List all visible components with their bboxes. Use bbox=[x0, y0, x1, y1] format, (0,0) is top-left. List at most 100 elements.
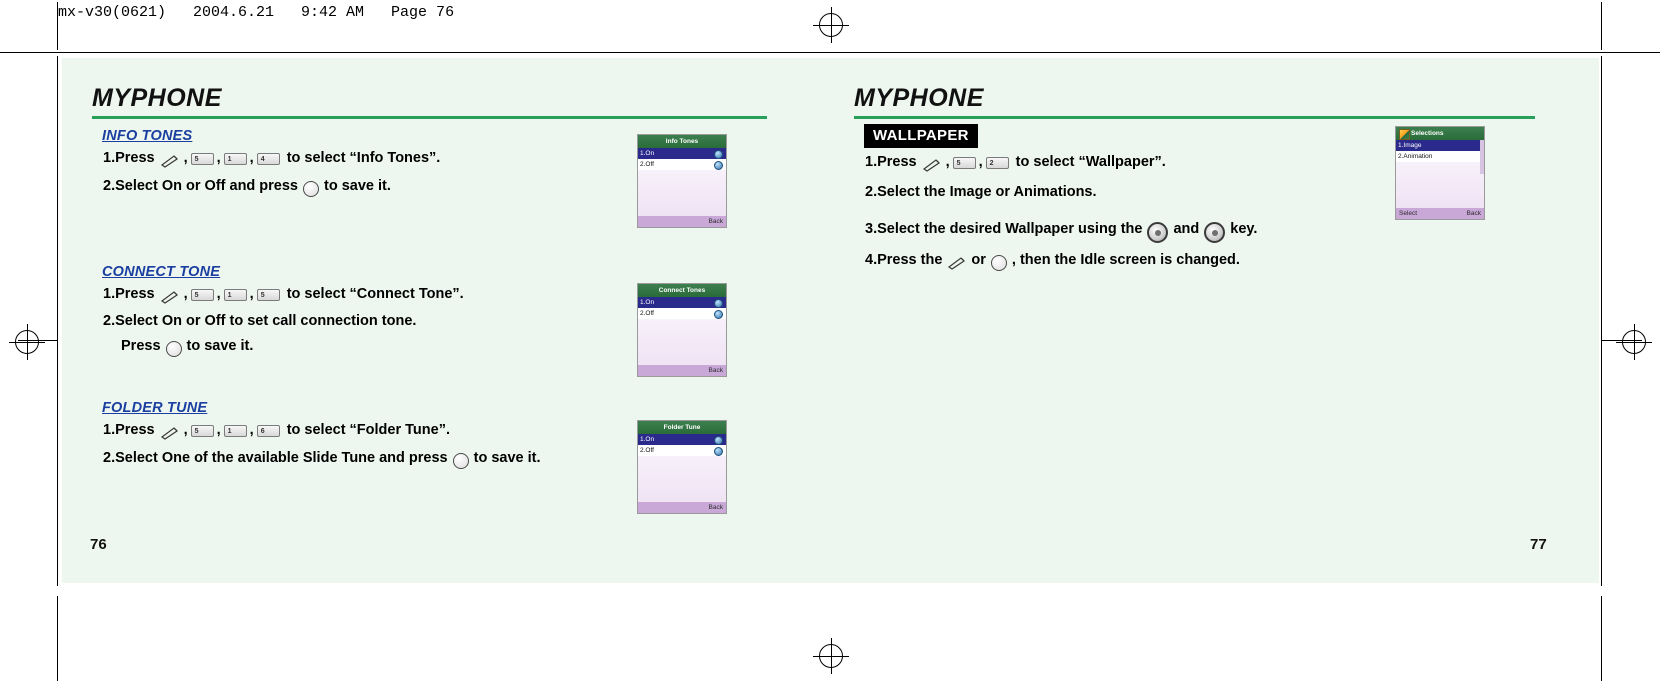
menu-label: 2.Animation bbox=[1398, 153, 1433, 160]
send-key-icon bbox=[922, 158, 941, 172]
step-suffix: , then the Idle screen is changed. bbox=[1011, 252, 1240, 268]
crop-line-right-bottom bbox=[1601, 596, 1602, 681]
step-text: 2.Select One of the available Slide Tune… bbox=[103, 450, 448, 466]
screen-body: 1.Image 2.Animation bbox=[1396, 140, 1484, 208]
ok-key-icon bbox=[165, 341, 182, 357]
screen-menu-item[interactable]: 2.Animation bbox=[1396, 151, 1484, 162]
screen-softkey-bar: Select Back bbox=[1396, 208, 1484, 219]
section-heading-connect-tone: CONNECT TONE bbox=[102, 264, 221, 280]
screen-menu-item[interactable]: 2.Off bbox=[638, 159, 726, 170]
registration-mark-left bbox=[9, 324, 45, 360]
screen-menu-item-selected[interactable]: 1.On bbox=[638, 148, 726, 159]
screen-softkey-bar: Back bbox=[638, 365, 726, 376]
dial-icon bbox=[714, 161, 723, 170]
send-key-icon bbox=[160, 426, 179, 440]
menu-label: 2.Off bbox=[640, 161, 654, 168]
screen-scroll-strip[interactable] bbox=[1480, 140, 1484, 174]
step-mid: or bbox=[971, 252, 986, 268]
menu-label: 1.On bbox=[640, 436, 655, 443]
screen-title: Selections bbox=[1396, 127, 1484, 140]
screen-menu-item[interactable]: 2.Off bbox=[638, 308, 726, 319]
keypad-key-5: 5 bbox=[190, 425, 214, 437]
left-page-number: 76 bbox=[90, 536, 107, 553]
comma: , bbox=[216, 150, 221, 166]
phone-screen-folder-tune: Folder Tune 1.On 2.Off Back bbox=[637, 420, 727, 514]
navigation-key-icon bbox=[1147, 222, 1169, 243]
comma: , bbox=[183, 150, 188, 166]
crop-line-top bbox=[0, 52, 1660, 53]
dial-icon bbox=[714, 447, 723, 456]
registration-mark-right bbox=[1616, 324, 1652, 360]
left-page-brand-rule bbox=[92, 116, 767, 119]
keypad-key-5: 5 bbox=[190, 153, 214, 165]
step-suffix: to save it. bbox=[473, 450, 541, 466]
step-text: 2.Select On or Off to set call connectio… bbox=[103, 313, 417, 329]
step-suffix: to save it. bbox=[186, 338, 254, 354]
screen-title-label: Selections bbox=[1411, 130, 1444, 137]
step-suffix: to select “Wallpaper”. bbox=[1015, 154, 1166, 170]
comma: , bbox=[216, 422, 221, 438]
comma: , bbox=[183, 422, 188, 438]
step-suffix: key. bbox=[1230, 220, 1258, 237]
screen-body: 1.On 2.Off bbox=[638, 434, 726, 502]
screen-title: Connect Tones bbox=[638, 284, 726, 297]
screen-menu-item-selected[interactable]: 1.Image bbox=[1396, 140, 1484, 151]
step-text: 3.Select the desired Wallpaper using the bbox=[865, 220, 1143, 237]
softkey-right-label[interactable]: Back bbox=[1467, 208, 1481, 219]
crop-line-left-bottom bbox=[57, 596, 58, 681]
navigation-key-icon-2 bbox=[1204, 222, 1226, 243]
step-wallpaper-3: 3.Select the desired Wallpaper using the… bbox=[864, 218, 1258, 243]
softkey-right-label[interactable]: Back bbox=[709, 365, 723, 376]
manual-spread: MYPHONE INFO TONES 1.Press , 5 , 1 , 4 t… bbox=[62, 58, 1599, 583]
left-page: MYPHONE INFO TONES 1.Press , 5 , 1 , 4 t… bbox=[62, 58, 830, 583]
step-text: 1.Press bbox=[865, 154, 917, 170]
menu-label: 2.Off bbox=[640, 310, 654, 317]
screen-softkey-bar: Back bbox=[638, 502, 726, 513]
right-page-brand: MYPHONE bbox=[854, 84, 984, 112]
step-text: 1.Press bbox=[103, 422, 155, 438]
comma: , bbox=[978, 154, 983, 170]
softkey-right-label[interactable]: Back bbox=[709, 216, 723, 227]
menu-label: 1.On bbox=[640, 150, 655, 157]
menu-label: 1.On bbox=[640, 299, 655, 306]
comma: , bbox=[249, 286, 254, 302]
comma: , bbox=[945, 154, 950, 170]
send-key-icon bbox=[947, 256, 966, 270]
keypad-key-5b: 5 bbox=[256, 289, 280, 301]
step-folder-tune-2: 2.Select One of the available Slide Tune… bbox=[102, 450, 542, 469]
screen-body: 1.On 2.Off bbox=[638, 148, 726, 216]
keypad-key-5: 5 bbox=[190, 289, 214, 301]
softkey-right-label[interactable]: Back bbox=[709, 502, 723, 513]
registration-mark-bottom bbox=[813, 638, 849, 674]
step-connect-tone-2: 2.Select On or Off to set call connectio… bbox=[102, 313, 417, 329]
softkey-left-label[interactable]: Select bbox=[1399, 208, 1417, 219]
phone-screen-selections: Selections 1.Image 2.Animation Select Ba… bbox=[1395, 126, 1485, 220]
crop-line-left-body bbox=[57, 56, 58, 586]
selections-icon bbox=[1399, 129, 1410, 140]
step-connect-tone-1: 1.Press , 5 , 1 , 5 to select “Connect T… bbox=[102, 286, 465, 304]
print-header: mx-v30(0621) 2004.6.21 9:42 AM Page 76 bbox=[58, 4, 455, 21]
step-text: 1.Press bbox=[103, 150, 155, 166]
keypad-key-1: 1 bbox=[223, 153, 247, 165]
step-text: 2.Select On or Off and press bbox=[103, 178, 298, 194]
screen-menu-item[interactable]: 2.Off bbox=[638, 445, 726, 456]
screen-title: Folder Tune bbox=[638, 421, 726, 434]
screen-menu-item-selected[interactable]: 1.On bbox=[638, 434, 726, 445]
dial-icon bbox=[714, 436, 723, 445]
dial-icon bbox=[714, 150, 723, 159]
phone-screen-info-tones: Info Tones 1.On 2.Off Back bbox=[637, 134, 727, 228]
menu-label: 1.Image bbox=[1398, 142, 1422, 149]
right-page-number: 77 bbox=[1530, 536, 1547, 553]
ok-key-icon bbox=[303, 181, 319, 197]
comma: , bbox=[249, 150, 254, 166]
send-key-icon bbox=[160, 154, 179, 168]
step-info-tones-1: 1.Press , 5 , 1 , 4 to select “Info Tone… bbox=[102, 150, 441, 168]
screen-body: 1.On 2.Off bbox=[638, 297, 726, 365]
step-folder-tune-1: 1.Press , 5 , 1 , 6 to select “Folder Tu… bbox=[102, 422, 451, 440]
step-suffix: to select “Connect Tone”. bbox=[286, 286, 464, 302]
keypad-key-5: 5 bbox=[952, 157, 976, 169]
registration-mark-top bbox=[813, 7, 849, 43]
screen-menu-item-selected[interactable]: 1.On bbox=[638, 297, 726, 308]
comma: , bbox=[183, 286, 188, 302]
step-text: Press bbox=[121, 338, 161, 354]
